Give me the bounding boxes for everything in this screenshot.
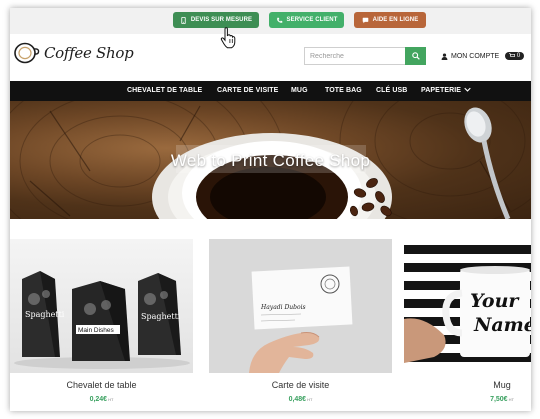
- phone-handset-icon: [276, 17, 282, 23]
- search-icon: [411, 52, 420, 60]
- search-input[interactable]: [304, 47, 405, 65]
- product-name[interactable]: Chevalet de table: [10, 380, 193, 390]
- mug-text-your: Your: [470, 290, 520, 312]
- coffee-cup-logo-icon: [14, 42, 40, 64]
- nav-item-papeterie[interactable]: PAPETERIE: [421, 87, 471, 94]
- price-value: 0,48€: [288, 396, 307, 403]
- price-suffix: HT: [307, 397, 313, 402]
- product-card-carte[interactable]: Hayadi Dubois Carte de visite 0,48€HT: [209, 239, 392, 403]
- account-link[interactable]: MON COMPTE 0: [441, 52, 525, 61]
- product-card-chevalet[interactable]: Spaghetti Spaghetti Main Dishes Chevalet…: [10, 239, 193, 403]
- devis-sur-mesure-button[interactable]: DEVIS SUR MESURE: [173, 12, 259, 28]
- top-utility-bar: DEVIS SUR MESURE SERVICE CLIENT AIDE EN …: [10, 8, 531, 34]
- aide-en-ligne-button[interactable]: AIDE EN LIGNE: [354, 12, 426, 28]
- user-icon: [441, 53, 448, 60]
- carte-illustration: Hayadi Dubois: [209, 239, 392, 373]
- nav-item-chevalet[interactable]: CHEVALET DE TABLE: [127, 87, 202, 94]
- product-price: 0,24€HT: [10, 396, 193, 403]
- phone-icon: [181, 16, 186, 24]
- product-image-mug: Your Name: [404, 239, 531, 373]
- chevalet-illustration: Spaghetti Spaghetti Main Dishes: [14, 271, 190, 369]
- price-suffix: HT: [108, 397, 114, 402]
- papeterie-label: PAPETERIE: [421, 87, 462, 94]
- nav-item-totebag[interactable]: TOTE BAG: [325, 87, 362, 94]
- hero-title: Web to Print Coffee Shop: [170, 151, 371, 170]
- product-name[interactable]: Carte de visite: [209, 380, 392, 390]
- cart-button[interactable]: 0: [505, 52, 525, 61]
- nav-item-cle-usb[interactable]: CLÉ USB: [376, 87, 407, 94]
- product-image-carte: Hayadi Dubois: [209, 239, 392, 373]
- mug-illustration: Your Name: [404, 239, 531, 373]
- service-label: SERVICE CLIENT: [286, 17, 338, 23]
- nav-item-carte[interactable]: CARTE DE VISITE: [217, 87, 278, 94]
- chat-icon: [362, 17, 368, 23]
- search-bar: [304, 47, 426, 65]
- chevalet-text-right: Spaghetti: [141, 312, 181, 321]
- account-label: MON COMPTE: [451, 52, 500, 60]
- nav-item-mug[interactable]: MUG: [291, 87, 308, 94]
- logo-text: Coffee Shop: [44, 44, 134, 62]
- price-suffix: HT: [508, 397, 514, 402]
- hero-banner: Web to Print Coffee Shop: [10, 101, 531, 219]
- cart-icon: [509, 53, 516, 58]
- chevalet-text-middle: Main Dishes: [78, 327, 115, 334]
- card-holder-name: Hayadi Dubois: [260, 304, 306, 311]
- main-nav: CHEVALET DE TABLE CARTE DE VISITE MUG TO…: [10, 81, 531, 101]
- chevron-down-icon: [464, 87, 471, 92]
- aide-label: AIDE EN LIGNE: [372, 17, 419, 23]
- chevalet-text-left: Spaghetti: [25, 310, 65, 319]
- product-card-mug[interactable]: Your Name Mug 7,50€HT: [404, 239, 531, 403]
- cart-count: 0: [516, 53, 521, 60]
- search-button[interactable]: [405, 47, 426, 65]
- hand-pointer-icon: [220, 27, 236, 49]
- browser-frame: DEVIS SUR MESURE SERVICE CLIENT AIDE EN …: [10, 8, 531, 411]
- site-logo[interactable]: Coffee Shop: [14, 42, 134, 64]
- product-price: 0,48€HT: [209, 396, 392, 403]
- price-value: 0,24€: [89, 396, 108, 403]
- product-image-chevalet: Spaghetti Spaghetti Main Dishes: [10, 239, 193, 373]
- devis-label: DEVIS SUR MESURE: [190, 17, 253, 23]
- product-name[interactable]: Mug: [404, 380, 531, 390]
- product-price: 7,50€HT: [404, 396, 531, 403]
- service-client-button[interactable]: SERVICE CLIENT: [269, 12, 344, 28]
- mug-text-name: Name: [473, 314, 531, 336]
- price-value: 7,50€: [490, 396, 508, 403]
